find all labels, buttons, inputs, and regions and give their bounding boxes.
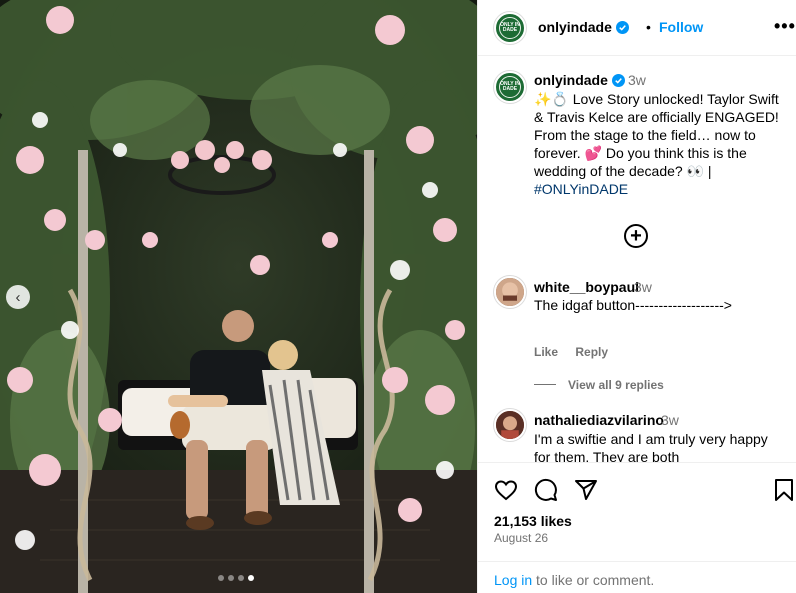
carousel-dot <box>228 575 234 581</box>
caption-body: Love Story unlocked! Taylor Swift & Trav… <box>534 91 779 179</box>
verified-icon <box>615 21 629 34</box>
login-prompt: Log in to like or comment. <box>478 561 796 593</box>
caption-emoji: ✨💍 <box>534 91 569 107</box>
caption-username[interactable]: onlyindade <box>534 72 625 88</box>
carousel-dot <box>238 575 244 581</box>
author-username[interactable]: onlyindade <box>538 19 629 35</box>
carousel-prev-button[interactable]: ‹ <box>6 285 30 309</box>
comment-timestamp: 3w <box>634 279 652 295</box>
view-replies-label: View all 9 replies <box>568 378 664 392</box>
caption-text: ✨💍 Love Story unlocked! Taylor Swift & T… <box>534 90 782 198</box>
comment-username[interactable]: nathaliediazvilarino <box>534 412 664 428</box>
more-icon[interactable]: ••• <box>774 16 796 37</box>
engagement-photo <box>0 0 477 593</box>
reply-button[interactable]: Reply <box>575 345 608 359</box>
avatar[interactable] <box>494 276 526 308</box>
comment-timestamp: 3w <box>661 412 679 428</box>
share-icon[interactable] <box>574 478 598 502</box>
login-prompt-text: to like or comment. <box>532 572 655 588</box>
verified-icon <box>611 74 625 87</box>
author-username-text: onlyindade <box>538 19 612 35</box>
commenter-avatar-image <box>496 411 524 439</box>
caption-username-text: onlyindade <box>534 72 608 88</box>
follow-button[interactable]: Follow <box>659 19 703 35</box>
caption-timestamp: 3w <box>628 72 646 88</box>
replies-divider <box>534 384 556 385</box>
save-icon[interactable] <box>774 478 794 502</box>
comment-actions: Like Reply <box>534 345 622 359</box>
post-header: ONLY IN DADE onlyindade • Follow ••• <box>478 0 796 56</box>
post-sidebar: ONLY IN DADE onlyindade • Follow ••• ONL… <box>477 0 796 593</box>
header-separator: • <box>646 19 651 35</box>
load-more-comments-button[interactable]: + <box>624 224 648 248</box>
likes-count[interactable]: 21,153 likes <box>494 513 572 529</box>
login-link[interactable]: Log in <box>494 572 532 588</box>
carousel-indicator <box>218 575 254 581</box>
comment-text: I'm a swiftie and I am truly very happy … <box>534 431 768 462</box>
hashtag-link[interactable]: #ONLYinDADE <box>534 181 628 197</box>
chevron-left-icon: ‹ <box>15 288 21 306</box>
commenter-avatar-image <box>496 278 524 306</box>
heart-icon[interactable] <box>494 478 518 502</box>
view-replies-button[interactable]: View all 9 replies <box>534 378 664 392</box>
post-footer: 21,153 likes August 26 Log in to like or… <box>478 462 796 593</box>
comment-username[interactable]: white__boypaul <box>534 279 639 295</box>
like-comment-button[interactable]: Like <box>534 345 558 359</box>
avatar[interactable] <box>494 409 526 441</box>
post-date[interactable]: August 26 <box>494 531 548 545</box>
plus-circle-icon: + <box>630 225 642 247</box>
avatar-logo: ONLY IN DADE <box>498 75 522 99</box>
avatar[interactable]: ONLY IN DADE <box>494 12 526 44</box>
avatar-logo: ONLY IN DADE <box>498 16 522 40</box>
carousel-dot-active <box>248 575 254 581</box>
comments-section[interactable]: ONLY IN DADE onlyindade 3w ✨💍 Love Story… <box>478 57 796 462</box>
comment-icon[interactable] <box>534 478 558 502</box>
carousel-dot <box>218 575 224 581</box>
comment-text: The idgaf button-------------------> <box>534 297 732 313</box>
post-photo[interactable]: ‹ <box>0 0 477 593</box>
avatar[interactable]: ONLY IN DADE <box>494 71 526 103</box>
